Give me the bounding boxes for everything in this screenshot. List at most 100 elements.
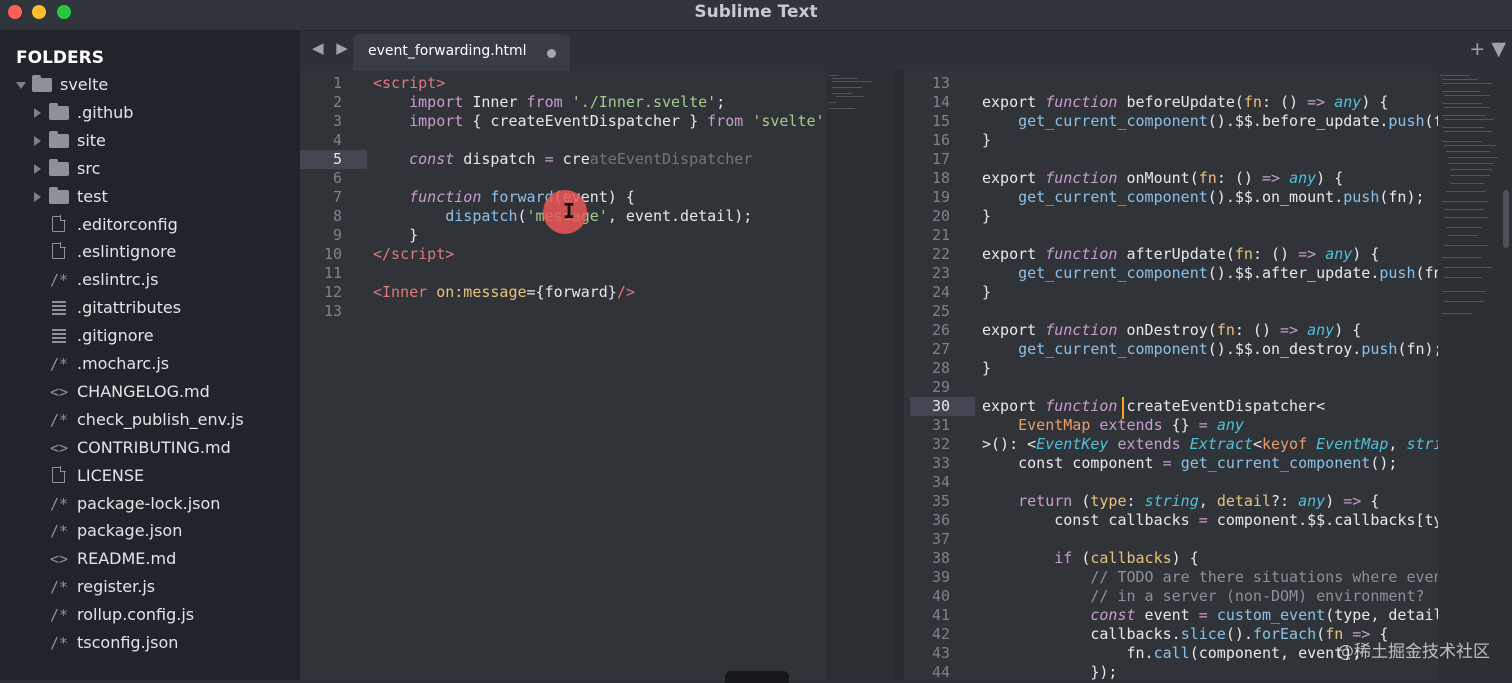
disclosure-right-icon[interactable] (34, 191, 41, 202)
code-line[interactable]: get_current_component().$$.on_destroy.pu… (982, 340, 1438, 359)
code-line[interactable]: export function afterUpdate(fn: () => an… (982, 245, 1379, 264)
code-line[interactable]: export function onMount(fn: () => any) { (982, 169, 1343, 188)
sidebar-item-src[interactable]: src (0, 156, 300, 182)
sidebar-item-changelog-md[interactable]: <> CHANGELOG.md (0, 379, 300, 405)
line-number: 12 (323, 283, 342, 301)
sidebar-item-readme-md[interactable]: <> README.md (0, 546, 300, 572)
script-file-icon: /* (50, 355, 69, 373)
pane-divider[interactable] (894, 71, 904, 680)
disclosure-down-icon[interactable] (16, 82, 26, 89)
sidebar-item-label: .gitignore (77, 326, 154, 346)
code-line[interactable]: import { createEventDispatcher } from 's… (373, 112, 826, 131)
code-line[interactable]: }); (982, 663, 1117, 680)
sidebar-item-svelte[interactable]: svelte (0, 72, 300, 98)
code-line[interactable]: if (callbacks) { (982, 549, 1199, 568)
sidebar-item-eslintignore[interactable]: .eslintignore (0, 239, 300, 265)
line-number: 42 (931, 625, 950, 643)
sidebar-item-register-js[interactable]: /* register.js (0, 574, 300, 600)
sidebar-item-package-lock-json[interactable]: /* package-lock.json (0, 491, 300, 517)
line-number: 1 (332, 74, 342, 92)
line-number: 39 (931, 568, 950, 586)
disclosure-right-icon[interactable] (34, 135, 41, 146)
sidebar-item-label: .eslintignore (77, 242, 177, 262)
tab-nav-arrows-icon[interactable]: ◀ ▶ (312, 39, 352, 57)
sidebar-item-site[interactable]: site (0, 128, 300, 154)
code-line[interactable]: } (982, 359, 991, 378)
code-line[interactable]: get_current_component().$$.before_update… (982, 112, 1438, 131)
sidebar-item-test[interactable]: test (0, 184, 300, 210)
code-line[interactable]: } (982, 207, 991, 226)
code-line[interactable]: function forward(event) { (373, 188, 635, 207)
sidebar-item-label: LICENSE (77, 465, 145, 485)
right-scrollbar-thumb[interactable] (1503, 190, 1509, 248)
code-line[interactable]: import Inner from './Inner.svelte'; (373, 93, 725, 112)
code-line[interactable]: } (982, 283, 991, 302)
code-line[interactable]: fn.call(component, event); (982, 644, 1361, 663)
code-line[interactable]: return (type: string, detail?: any) => { (982, 492, 1379, 511)
line-number: 30 (931, 397, 950, 415)
sidebar-item-github[interactable]: .github (0, 100, 300, 126)
sidebar-item-eslintrc-js[interactable]: /* .eslintrc.js (0, 267, 300, 293)
line-number: 35 (931, 492, 950, 510)
sidebar-item-label: .github (77, 102, 134, 122)
code-line[interactable]: const dispatch = createEventDispatcher (373, 150, 752, 169)
line-number: 22 (931, 245, 950, 263)
sidebar-item-tsconfig-json[interactable]: /* tsconfig.json (0, 630, 300, 656)
sidebar-item-label: tsconfig.json (77, 633, 179, 652)
code-line[interactable]: export function beforeUpdate(fn: () => a… (982, 93, 1388, 112)
sidebar-item-gitattributes[interactable]: .gitattributes (0, 295, 300, 321)
line-number: 13 (323, 302, 342, 320)
code-line[interactable]: callbacks.slice().forEach(fn => { (982, 625, 1388, 644)
tab-actions-icon[interactable]: + ▼ (1469, 38, 1506, 60)
line-number: 26 (931, 321, 950, 339)
sidebar-item-package-json[interactable]: /* package.json (0, 518, 300, 544)
tab-event-forwarding[interactable]: event_forwarding.html (353, 34, 570, 71)
disclosure-right-icon[interactable] (34, 163, 41, 174)
sidebar-item-rollup-config-js[interactable]: /* rollup.config.js (0, 602, 300, 628)
sidebar-item-contributing-md[interactable]: <> CONTRIBUTING.md (0, 435, 300, 461)
sidebar-item-label: svelte (60, 75, 109, 94)
code-line[interactable]: const event = custom_event(type, detail)… (982, 606, 1438, 625)
code-line[interactable]: </script> (373, 245, 454, 264)
sidebar-item-label: check_publish_env.js (77, 409, 244, 429)
left-editor-pane[interactable]: 1 <script> 2 import Inner from './Inner.sv… (300, 71, 826, 680)
bottom-bar-handle (725, 671, 789, 683)
sidebar-item-editorconfig[interactable]: .editorconfig (0, 212, 300, 238)
code-line[interactable]: EventMap extends {} = any (982, 416, 1244, 435)
markup-file-icon: <> (50, 550, 69, 569)
unsaved-dot-icon[interactable] (547, 49, 556, 58)
sidebar-item-label: .gitattributes (77, 298, 182, 318)
code-line[interactable]: } (982, 131, 991, 150)
left-minimap[interactable] (826, 71, 894, 680)
sidebar-item-license[interactable]: LICENSE (0, 463, 300, 489)
line-number: 9 (332, 226, 342, 244)
code-line[interactable]: export function onDestroy(fn: () => any)… (982, 321, 1361, 340)
sidebar-item-label: test (77, 186, 108, 206)
code-line[interactable]: export function createEventDispatcher< (982, 397, 1325, 416)
text-caret (1122, 397, 1124, 419)
script-file-icon: /* (50, 522, 69, 541)
window-titlebar: Sublime Text (0, 0, 1512, 31)
code-line[interactable]: // in a server (non-DOM) environment? (982, 587, 1424, 606)
disclosure-right-icon[interactable] (34, 107, 41, 118)
script-file-icon: /* (50, 410, 69, 429)
sidebar: FOLDERS svelte .github site src test .editorc… (0, 31, 300, 680)
code-line[interactable]: <script> (373, 74, 445, 93)
sidebar-item-label: package-lock.json (77, 493, 221, 513)
code-line[interactable]: const component = get_current_component(… (982, 454, 1397, 473)
sidebar-item-check-publish-env-js[interactable]: /* check_publish_env.js (0, 407, 300, 433)
code-line[interactable]: >(): <EventKey extends Extract<keyof Eve… (982, 435, 1438, 454)
sidebar-item-mocharc-js[interactable]: /* .mocharc.js (0, 351, 300, 377)
code-line[interactable]: const callbacks = component.$$.callbacks… (982, 511, 1438, 530)
code-line[interactable]: get_current_component().$$.after_update.… (982, 264, 1438, 283)
right-editor-pane[interactable]: 13 14 export function beforeUpdate(fn: () … (904, 71, 1438, 680)
sidebar-item-label: .mocharc.js (77, 354, 170, 373)
line-number: 19 (931, 188, 950, 206)
sidebar-item-gitignore[interactable]: .gitignore (0, 323, 300, 349)
code-line[interactable]: } (373, 226, 418, 245)
code-line[interactable]: // TODO are there situations where event… (982, 568, 1438, 587)
code-line[interactable]: <Inner on:message={forward}/> (373, 283, 635, 302)
code-line[interactable]: get_current_component().$$.on_mount.push… (982, 188, 1424, 207)
tab-label: event_forwarding.html (368, 43, 527, 59)
right-minimap[interactable] (1438, 71, 1512, 680)
